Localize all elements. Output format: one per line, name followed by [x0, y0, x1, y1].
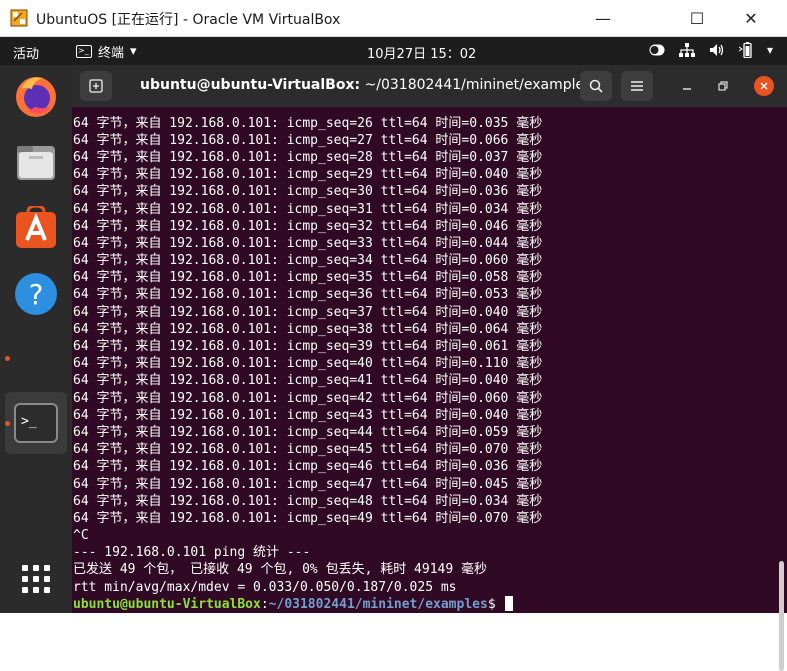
svg-text:>_: >_: [21, 414, 37, 429]
search-icon: [589, 79, 603, 93]
terminal-line: 64 字节，来自 192.168.0.101: icmp_seq=40 ttl=…: [73, 356, 543, 372]
software-icon: [16, 206, 56, 248]
terminal-line: 64 字节，来自 192.168.0.101: icmp_seq=32 ttl=…: [73, 218, 543, 234]
terminal-scrollbar[interactable]: [779, 561, 784, 671]
terminal-line: 64 字节，来自 192.168.0.101: icmp_seq=36 ttl=…: [73, 287, 543, 303]
clock[interactable]: 10月27日 15：02: [367, 43, 476, 62]
terminal-line: rtt min/avg/max/mdev = 0.033/0.050/0.187…: [73, 579, 457, 595]
virtualbox-app-icon: [10, 9, 28, 27]
show-applications-button[interactable]: [12, 555, 60, 603]
terminal-line: 64 字节，来自 192.168.0.101: icmp_seq=42 ttl=…: [73, 390, 543, 406]
files-icon: [17, 146, 55, 180]
search-button[interactable]: [580, 71, 612, 101]
ubuntu-top-bar: 活动 >_ 终端 ▾ 10月27日 15：02 ▾: [0, 37, 787, 65]
chevron-down-icon: ▾: [130, 44, 137, 59]
terminal-line: 64 字节，来自 192.168.0.101: icmp_seq=45 ttl=…: [73, 442, 543, 458]
close-terminal-button[interactable]: [754, 76, 774, 96]
network-icon: [678, 43, 695, 57]
hamburger-icon: [631, 81, 643, 91]
new-tab-icon: [89, 79, 103, 93]
window-title: UbuntuOS [正在运行] - Oracle VM VirtualBox: [36, 12, 341, 28]
terminal-line: 64 字节，来自 192.168.0.101: icmp_seq=33 ttl=…: [73, 235, 543, 251]
terminal-line: 64 字节，来自 192.168.0.101: icmp_seq=35 ttl=…: [73, 270, 543, 286]
shell-prompt: ubuntu@ubuntu-VirtualBox:~/031802441/min…: [73, 595, 542, 613]
activities-button[interactable]: 活动: [13, 43, 39, 62]
close-window-button[interactable]: ✕: [728, 0, 774, 37]
minimize-icon: [683, 88, 691, 90]
terminal-output[interactable]: 64 字节，来自 192.168.0.101: icmp_seq=26 ttl=…: [72, 107, 772, 613]
battery-icon: [738, 42, 752, 58]
toggle-icon: [649, 44, 665, 56]
svg-text:?: ?: [29, 278, 44, 311]
dock-item-help[interactable]: ?: [12, 270, 60, 318]
terminal-line: 64 字节，来自 192.168.0.101: icmp_seq=39 ttl=…: [73, 339, 543, 354]
terminal-line: 64 字节，来自 192.168.0.101: icmp_seq=27 ttl=…: [73, 132, 543, 148]
terminal-line: 64 字节，来自 192.168.0.101: icmp_seq=46 ttl=…: [73, 459, 543, 475]
terminal-line: 64 字节，来自 192.168.0.101: icmp_seq=29 ttl=…: [73, 167, 543, 183]
terminal-line: --- 192.168.0.101 ping 统计 ---: [73, 545, 311, 561]
running-indicator: [5, 356, 10, 361]
dock-item-terminal[interactable]: >_: [12, 399, 60, 447]
terminal-line: 64 字节，来自 192.168.0.101: icmp_seq=47 ttl=…: [73, 476, 543, 492]
terminal-app-icon: >_: [76, 45, 92, 58]
terminal-line: 64 字节，来自 192.168.0.101: icmp_seq=43 ttl=…: [73, 407, 543, 423]
dock: ? >_: [0, 65, 72, 613]
terminal-lines: 64 字节，来自 192.168.0.101: icmp_seq=26 ttl=…: [73, 115, 542, 613]
firefox-icon: [16, 77, 56, 117]
terminal-line: 64 字节，来自 192.168.0.101: icmp_seq=26 ttl=…: [73, 115, 543, 131]
minimize-icon: —: [595, 9, 611, 28]
terminal-line: 64 字节，来自 192.168.0.101: icmp_seq=30 ttl=…: [73, 184, 543, 200]
running-indicator: [5, 421, 10, 426]
terminal-headerbar: ubuntu@ubuntu-VirtualBox: ~/031802441/mi…: [72, 65, 787, 107]
terminal-line: 64 字节，来自 192.168.0.101: icmp_seq=44 ttl=…: [73, 424, 543, 440]
new-tab-button[interactable]: [80, 71, 112, 101]
terminal-window: ubuntu@ubuntu-VirtualBox: ~/031802441/mi…: [72, 65, 787, 671]
restore-icon: [718, 81, 728, 91]
terminal-line: 64 字节，来自 192.168.0.101: icmp_seq=48 ttl=…: [73, 493, 543, 509]
text-cursor: [505, 595, 514, 611]
dock-item-files[interactable]: [12, 138, 60, 186]
minimize-button[interactable]: —: [580, 0, 626, 37]
terminal-line: 64 字节，来自 192.168.0.101: icmp_seq=49 ttl=…: [73, 510, 543, 526]
terminal-title-user: ubuntu@ubuntu-VirtualBox:: [140, 77, 361, 93]
close-icon: ✕: [744, 9, 758, 28]
prompt-user: ubuntu@ubuntu-VirtualBox: [73, 596, 261, 612]
app-menu[interactable]: >_ 终端 ▾: [76, 42, 137, 61]
maximize-button[interactable]: ☐: [674, 0, 720, 37]
terminal-line: 已发送 49 个包， 已接收 49 个包, 0% 包丢失, 耗时 49149 毫…: [73, 562, 488, 578]
help-icon: ?: [15, 273, 57, 315]
dock-item-firefox[interactable]: [12, 72, 60, 120]
terminal-line: ^C: [73, 528, 89, 544]
prompt-suffix: $: [487, 596, 504, 612]
terminal-icon: >_: [14, 403, 58, 443]
volume-icon: [709, 44, 724, 56]
terminal-line: 64 字节，来自 192.168.0.101: icmp_seq=28 ttl=…: [73, 149, 543, 165]
terminal-line: 64 字节，来自 192.168.0.101: icmp_seq=38 ttl=…: [73, 321, 543, 337]
menu-arrow-icon: ▾: [766, 43, 773, 57]
grid-icon: [22, 565, 50, 593]
menu-button[interactable]: [621, 71, 653, 101]
restore-terminal-button[interactable]: [711, 75, 735, 97]
terminal-line: 64 字节，来自 192.168.0.101: icmp_seq=37 ttl=…: [73, 304, 543, 320]
system-indicators[interactable]: ▾: [649, 42, 773, 58]
maximize-icon: ☐: [689, 9, 705, 28]
prompt-separator: :: [260, 596, 269, 612]
terminal-line: 64 字节，来自 192.168.0.101: icmp_seq=41 ttl=…: [73, 373, 543, 389]
prompt-path: ~/031802441/mininet/examples: [268, 596, 488, 612]
virtualbox-titlebar: UbuntuOS [正在运行] - Oracle VM VirtualBox —…: [0, 0, 787, 37]
terminal-title: ubuntu@ubuntu-VirtualBox: ~/031802441/mi…: [140, 77, 591, 93]
minimize-terminal-button[interactable]: [675, 75, 699, 97]
dock-item-software[interactable]: [12, 204, 60, 252]
close-icon: [760, 82, 768, 90]
app-menu-label: 终端: [98, 46, 125, 61]
terminal-line: 64 字节，来自 192.168.0.101: icmp_seq=31 ttl=…: [73, 201, 543, 217]
terminal-title-path: ~/031802441/mininet/examples: [360, 77, 592, 93]
terminal-line: 64 字节，来自 192.168.0.101: icmp_seq=34 ttl=…: [73, 253, 543, 269]
